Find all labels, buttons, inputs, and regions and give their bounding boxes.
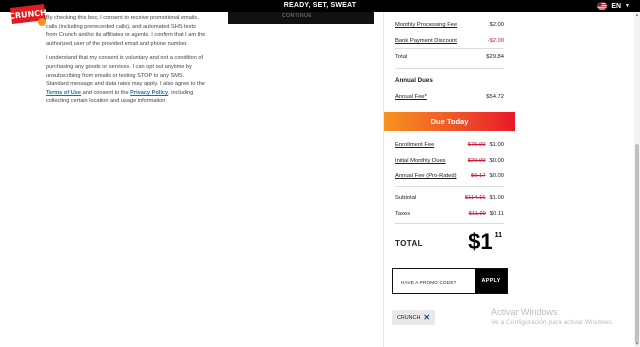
consent-text-block: By checking this box, I consent to recei… <box>46 14 206 112</box>
subtotal-row: Subtotal $114.16 $1.00 <box>395 195 504 201</box>
enrollment-fee-values: $75.00 $1.00 <box>468 142 504 148</box>
annual-fee-row: Annual Fee* $54.72 <box>395 94 504 100</box>
total-row: Total $29.84 <box>395 54 504 60</box>
promo-code-form: APPLY <box>392 268 508 294</box>
consent-text: By checking this box, I consent to recei… <box>46 15 206 47</box>
annual-fee-prorated-original: $9.17 <box>470 173 486 179</box>
monthly-processing-fee-row: Monthly Processing Fee $2.00 <box>395 22 504 28</box>
annual-fee-prorated-row: Annual Fee (Pro-Rated) $9.17 $0.00 <box>395 173 504 179</box>
grand-total-dollars: $1 <box>468 229 493 254</box>
total-label: Total <box>395 54 408 60</box>
applied-promo-code: CRUNCH <box>397 314 421 321</box>
continue-button-label: CONTINUE <box>282 13 313 19</box>
terms-of-use-link[interactable]: Terms of Use <box>46 90 81 96</box>
header-title: READY, SET, SWEAT <box>283 2 357 9</box>
initial-monthly-dues-amount: $0.00 <box>489 158 504 164</box>
language-label: EN <box>611 2 622 10</box>
consent-text: and consent to the <box>81 89 131 96</box>
annual-fee-amount: $54.72 <box>486 94 504 100</box>
taxes-original: $11.99 <box>468 211 486 217</box>
consent-paragraph-1: By checking this box, I consent to recei… <box>46 14 206 48</box>
taxes-amount: $0.11 <box>489 211 504 217</box>
promo-code-input[interactable] <box>393 269 477 293</box>
us-flag-icon <box>597 2 608 10</box>
taxes-row: Taxes $11.99 $0.11 <box>395 211 504 217</box>
enrollment-fee-amount: $1.00 <box>489 142 504 148</box>
page-scrollbar[interactable]: ▲ ▼ <box>634 12 640 347</box>
monthly-processing-fee-label: Monthly Processing Fee <box>395 22 458 28</box>
enrollment-fee-row: Enrollment Fee $75.00 $1.00 <box>395 142 504 148</box>
scrollbar-thumb[interactable] <box>635 144 639 344</box>
annual-dues-title: Annual Dues <box>395 77 433 84</box>
language-selector[interactable]: EN ▼ <box>597 1 630 11</box>
due-today-header: Due Today <box>384 112 515 131</box>
bank-payment-discount-label: Bank Payment Discount <box>395 38 457 44</box>
consent-text: I understand that my consent is voluntar… <box>46 55 205 88</box>
taxes-label: Taxes <box>395 211 411 217</box>
close-icon[interactable]: ✕ <box>423 313 430 322</box>
divider <box>395 186 504 187</box>
divider <box>395 48 504 49</box>
windows-activation-watermark: Activar Windows Ve a Configuración para … <box>491 307 613 326</box>
taxes-values: $11.99 $0.11 <box>469 211 504 217</box>
subtotal-label: Subtotal <box>395 195 417 201</box>
order-summary-panel: Monthly Processing Fee $2.00 Bank Paymen… <box>383 12 515 347</box>
bank-payment-discount-amount: -$2.00 <box>487 38 504 44</box>
annual-fee-prorated-label: Annual Fee (Pro-Rated) <box>395 173 457 179</box>
top-header-bar: READY, SET, SWEAT EN ▼ <box>0 0 640 12</box>
grand-total-label: TOTAL <box>395 239 423 248</box>
applied-promo-chip: CRUNCH ✕ <box>392 310 436 325</box>
watermark-line-2: Ve a Configuración para activar Windows. <box>491 319 614 326</box>
scroll-down-icon[interactable]: ▼ <box>634 341 640 347</box>
crunch-logo[interactable]: CRUNCH <box>8 2 48 28</box>
watermark-line-1: Activar Windows <box>491 307 558 317</box>
initial-monthly-dues-values: $29.99 $0.00 <box>468 158 504 164</box>
consent-paragraph-2: I understand that my consent is voluntar… <box>46 54 206 106</box>
initial-monthly-dues-label: Initial Monthly Dues <box>395 158 446 164</box>
divider <box>395 68 504 69</box>
annual-fee-prorated-amount: $0.00 <box>489 173 504 179</box>
chevron-down-icon: ▼ <box>625 3 630 9</box>
divider <box>395 223 504 224</box>
enrollment-fee-label: Enrollment Fee <box>395 142 435 148</box>
initial-monthly-dues-row: Initial Monthly Dues $29.99 $0.00 <box>395 158 504 164</box>
apply-promo-button[interactable]: APPLY <box>475 269 507 293</box>
continue-button[interactable]: CONTINUE <box>228 12 374 24</box>
annual-fee-prorated-values: $9.17 $0.00 <box>471 173 504 179</box>
enrollment-fee-original: $75.00 <box>467 142 486 148</box>
scroll-up-icon[interactable]: ▲ <box>634 12 640 18</box>
bank-payment-discount-row: Bank Payment Discount -$2.00 <box>395 38 504 44</box>
initial-monthly-dues-original: $29.99 <box>467 158 486 164</box>
privacy-policy-link[interactable]: Privacy Policy <box>130 90 168 96</box>
annual-fee-label: Annual Fee* <box>395 94 427 100</box>
monthly-processing-fee-amount: $2.00 <box>489 22 504 28</box>
total-amount: $29.84 <box>486 54 504 60</box>
subtotal-values: $114.16 $1.00 <box>465 195 504 201</box>
grand-total-amount: $1 11 <box>468 230 502 254</box>
subtotal-amount: $1.00 <box>489 195 504 201</box>
subtotal-original: $114.16 <box>464 195 486 201</box>
grand-total-cents: 11 <box>494 232 502 239</box>
